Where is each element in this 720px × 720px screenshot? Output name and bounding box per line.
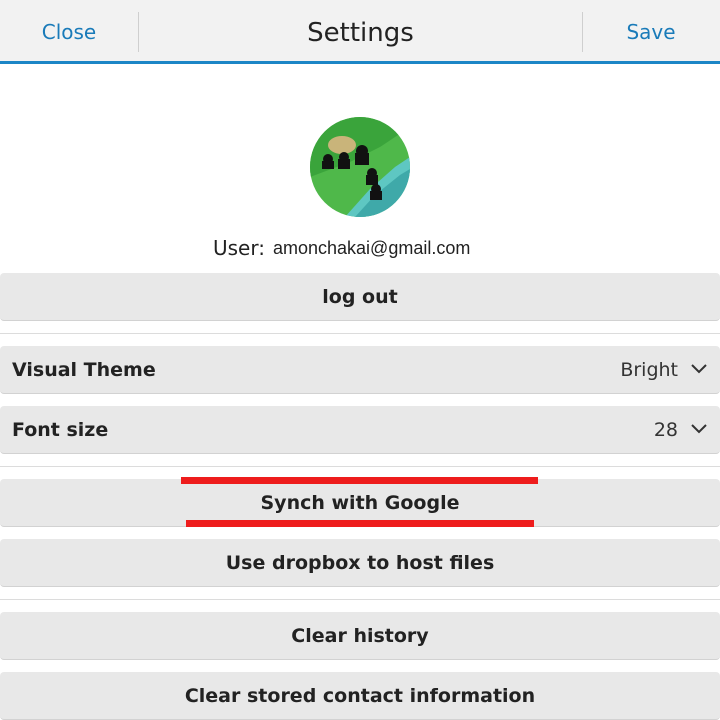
annotation-underline-top (181, 477, 538, 484)
chevron-down-icon (691, 364, 707, 374)
user-avatar[interactable] (310, 117, 410, 217)
user-info: User: amonchakai@gmail.com (0, 234, 720, 262)
clear-history-button[interactable]: Clear history (0, 612, 720, 660)
visual-theme-dropdown[interactable]: Visual Theme Bright (0, 346, 720, 394)
logout-button[interactable]: log out (0, 273, 720, 321)
font-size-label: Font size (12, 419, 109, 441)
user-label: User: (213, 236, 265, 260)
visual-theme-value: Bright (620, 359, 678, 381)
section-divider (0, 333, 720, 334)
dropbox-button[interactable]: Use dropbox to host files (0, 539, 720, 587)
clear-contacts-button[interactable]: Clear stored contact information (0, 672, 720, 720)
title-bar: Close Settings Save (0, 0, 720, 64)
close-button[interactable]: Close (0, 0, 138, 64)
font-size-value: 28 (653, 419, 678, 441)
annotation-underline-bottom (186, 520, 534, 527)
section-divider (0, 466, 720, 467)
save-button[interactable]: Save (582, 0, 720, 64)
section-divider (0, 599, 720, 600)
visual-theme-label: Visual Theme (12, 359, 156, 381)
font-size-dropdown[interactable]: Font size 28 (0, 406, 720, 454)
page-title: Settings (307, 18, 414, 48)
user-email: amonchakai@gmail.com (273, 238, 471, 258)
avatar-image (310, 117, 410, 217)
chevron-down-icon (691, 424, 707, 434)
